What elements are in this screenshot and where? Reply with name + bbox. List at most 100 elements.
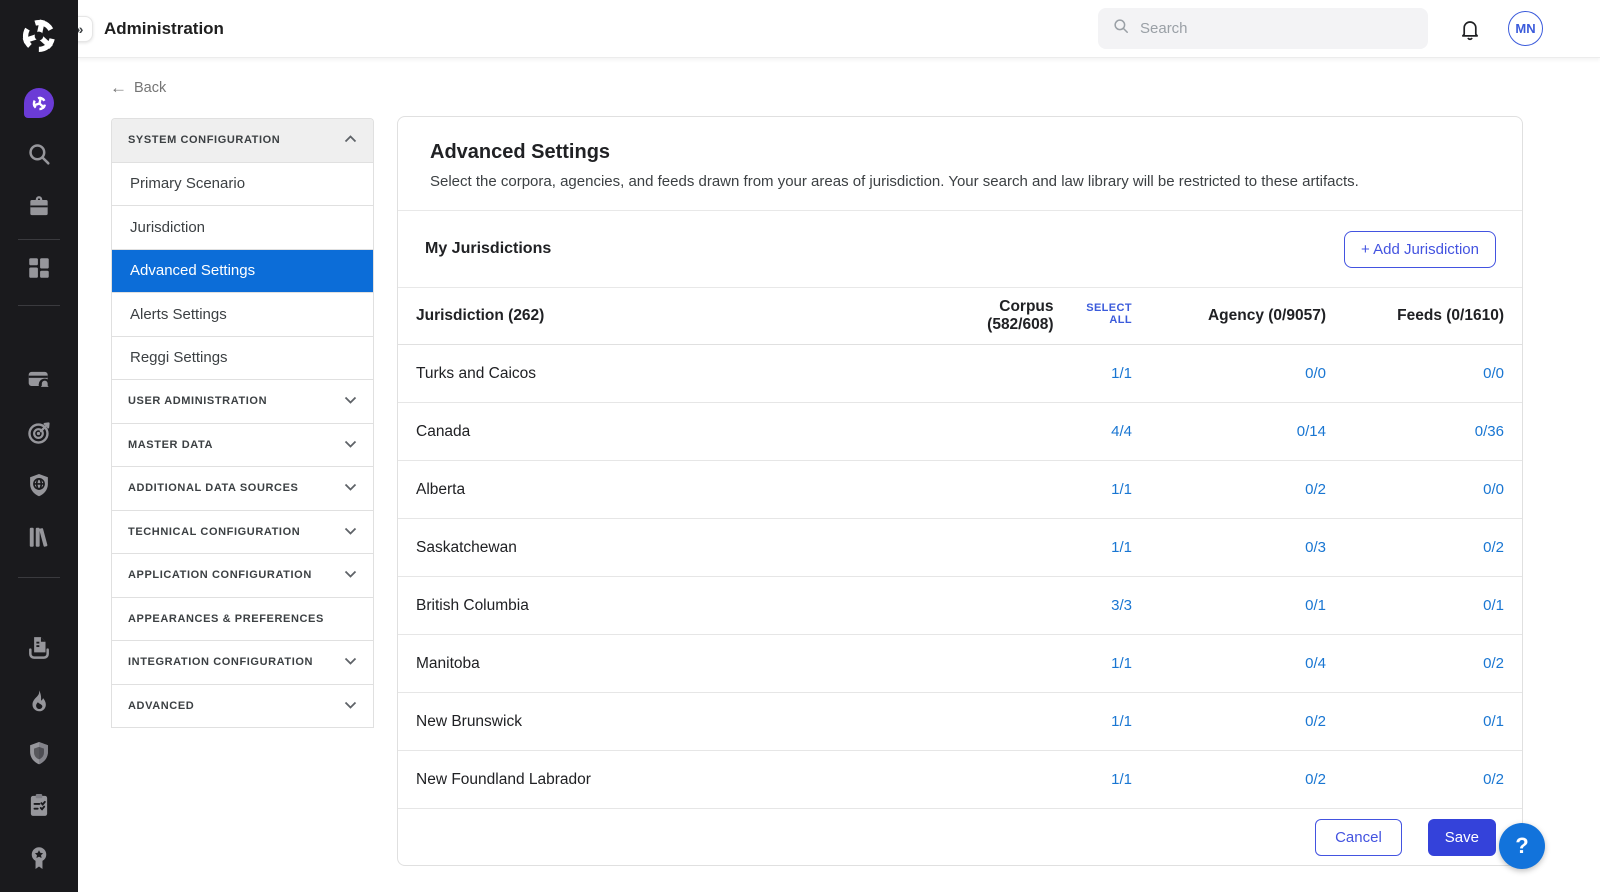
- nav-section-advanced[interactable]: ADVANCED: [112, 685, 373, 729]
- chevron-down-icon: [344, 700, 357, 712]
- corpus-count-link[interactable]: 1/1: [1111, 655, 1132, 672]
- rail-divider: [18, 577, 60, 578]
- nav-section-application-configuration[interactable]: APPLICATION CONFIGURATION: [112, 554, 373, 598]
- cancel-button[interactable]: Cancel: [1315, 819, 1402, 856]
- back-arrow-icon: ←: [110, 79, 127, 96]
- administration-page: » Administration MN ← Back SYSTEM CONFIG…: [0, 0, 1600, 892]
- corpus-count-link[interactable]: 1/1: [1111, 481, 1132, 498]
- nav-section-integration-configuration[interactable]: INTEGRATION CONFIGURATION: [112, 641, 373, 685]
- jurisdictions-section-title: My Jurisdictions: [425, 240, 551, 258]
- nav-section-appearances-preferences[interactable]: APPEARANCES & PREFERENCES: [112, 598, 373, 642]
- search-input[interactable]: [1140, 20, 1400, 37]
- chevron-up-icon: [344, 134, 357, 146]
- chevron-down-icon: [344, 439, 357, 451]
- table-row: New Foundland Labrador 1/1 0/2 0/2: [398, 751, 1522, 809]
- clipboard-check-icon[interactable]: [26, 792, 52, 818]
- library-books-icon[interactable]: [26, 524, 52, 550]
- feeds-count-link[interactable]: 0/2: [1483, 771, 1504, 788]
- save-button[interactable]: Save: [1428, 819, 1496, 856]
- document-tray-icon[interactable]: [26, 635, 52, 661]
- agency-count-link[interactable]: 0/0: [1305, 365, 1326, 382]
- select-all-link[interactable]: SELECT ALL: [1063, 302, 1132, 326]
- jurisdiction-table-body: Turks and Caicos 1/1 0/0 0/0 Canada 4/4 …: [398, 345, 1522, 809]
- nav-item-primary-scenario[interactable]: Primary Scenario: [112, 163, 373, 207]
- agency-count-link[interactable]: 0/3: [1305, 539, 1326, 556]
- chevron-down-icon: [344, 526, 357, 538]
- jurisdiction-name: New Foundland Labrador: [416, 771, 932, 789]
- shield-globe-icon[interactable]: [26, 472, 52, 498]
- panel-description: Select the corpora, agencies, and feeds …: [430, 173, 1490, 190]
- corpus-count-link[interactable]: 1/1: [1111, 539, 1132, 556]
- agency-count-link[interactable]: 0/4: [1305, 655, 1326, 672]
- nav-item-advanced-settings[interactable]: Advanced Settings: [112, 250, 373, 294]
- jurisdictions-toolbar: My Jurisdictions + Add Jurisdiction: [398, 211, 1522, 288]
- advanced-settings-panel: Advanced Settings Select the corpora, ag…: [397, 116, 1523, 866]
- feeds-count-link[interactable]: 0/1: [1483, 597, 1504, 614]
- table-row: Saskatchewan 1/1 0/3 0/2: [398, 519, 1522, 577]
- help-button[interactable]: ?: [1499, 823, 1545, 869]
- nav-section-technical-configuration[interactable]: TECHNICAL CONFIGURATION: [112, 511, 373, 555]
- dashboard-icon[interactable]: [26, 255, 52, 281]
- award-badge-icon[interactable]: [26, 845, 52, 871]
- back-label: Back: [134, 80, 166, 96]
- corpus-count-link[interactable]: 1/1: [1111, 365, 1132, 382]
- top-bar: » Administration MN: [78, 0, 1600, 58]
- flame-icon[interactable]: [26, 688, 52, 714]
- rail-divider: [18, 305, 60, 306]
- agency-count-link[interactable]: 0/1: [1305, 597, 1326, 614]
- column-header-agency: Agency (0/9057): [1132, 307, 1326, 325]
- table-row: New Brunswick 1/1 0/2 0/1: [398, 693, 1522, 751]
- agency-count-link[interactable]: 0/2: [1305, 771, 1326, 788]
- agency-count-link[interactable]: 0/14: [1297, 423, 1326, 440]
- chevron-down-icon: [344, 482, 357, 494]
- search-icon[interactable]: [26, 141, 52, 167]
- jurisdiction-name: Saskatchewan: [416, 539, 932, 557]
- feeds-count-link[interactable]: 0/2: [1483, 539, 1504, 556]
- global-search[interactable]: [1098, 8, 1428, 49]
- nav-item-reggi-settings[interactable]: Reggi Settings: [112, 337, 373, 381]
- feeds-count-link[interactable]: 0/2: [1483, 655, 1504, 672]
- table-header-row: Jurisdiction (262) Corpus (582/608) SELE…: [398, 288, 1522, 345]
- nav-section-additional-data-sources[interactable]: ADDITIONAL DATA SOURCES: [112, 467, 373, 511]
- add-jurisdiction-button[interactable]: + Add Jurisdiction: [1344, 231, 1496, 268]
- back-link[interactable]: ← Back: [110, 79, 166, 96]
- nav-section-master-data[interactable]: MASTER DATA: [112, 424, 373, 468]
- agency-count-link[interactable]: 0/2: [1305, 481, 1326, 498]
- agency-count-link[interactable]: 0/2: [1305, 713, 1326, 730]
- jurisdiction-name: Alberta: [416, 481, 932, 499]
- table-row: Manitoba 1/1 0/4 0/2: [398, 635, 1522, 693]
- table-row: British Columbia 3/3 0/1 0/1: [398, 577, 1522, 635]
- nav-item-jurisdiction[interactable]: Jurisdiction: [112, 206, 373, 250]
- notifications-bell-icon[interactable]: [1458, 17, 1482, 41]
- shield-icon[interactable]: [26, 740, 52, 766]
- icon-rail: [0, 0, 78, 892]
- user-avatar[interactable]: MN: [1508, 11, 1543, 46]
- subscriptions-bell-icon[interactable]: [26, 367, 52, 393]
- briefcase-icon[interactable]: [26, 194, 52, 220]
- corpus-count-link[interactable]: 4/4: [1111, 423, 1132, 440]
- table-row: Alberta 1/1 0/2 0/0: [398, 461, 1522, 519]
- feeds-count-link[interactable]: 0/36: [1475, 423, 1504, 440]
- target-icon[interactable]: [26, 420, 52, 446]
- feeds-count-link[interactable]: 0/0: [1483, 365, 1504, 382]
- chevron-down-icon: [344, 569, 357, 581]
- chevron-down-icon: [344, 395, 357, 407]
- column-header-feeds: Feeds (0/1610): [1326, 307, 1504, 325]
- feeds-count-link[interactable]: 0/0: [1483, 481, 1504, 498]
- jurisdiction-name: New Brunswick: [416, 713, 932, 731]
- jurisdiction-name: Canada: [416, 423, 932, 441]
- brand-logo-icon: [16, 13, 62, 59]
- jurisdiction-name: Turks and Caicos: [416, 365, 932, 383]
- nav-item-alerts-settings[interactable]: Alerts Settings: [112, 293, 373, 337]
- assistant-chat-icon[interactable]: [24, 88, 54, 118]
- nav-section-user-administration[interactable]: USER ADMINISTRATION: [112, 380, 373, 424]
- feeds-count-link[interactable]: 0/1: [1483, 713, 1504, 730]
- corpus-count-link[interactable]: 1/1: [1111, 713, 1132, 730]
- settings-nav: SYSTEM CONFIGURATION Primary Scenario Ju…: [111, 118, 374, 728]
- corpus-count-link[interactable]: 1/1: [1111, 771, 1132, 788]
- corpus-count-link[interactable]: 3/3: [1111, 597, 1132, 614]
- nav-section-system-configuration[interactable]: SYSTEM CONFIGURATION: [112, 119, 373, 163]
- table-row: Turks and Caicos 1/1 0/0 0/0: [398, 345, 1522, 403]
- jurisdiction-name: Manitoba: [416, 655, 932, 673]
- table-row: Canada 4/4 0/14 0/36: [398, 403, 1522, 461]
